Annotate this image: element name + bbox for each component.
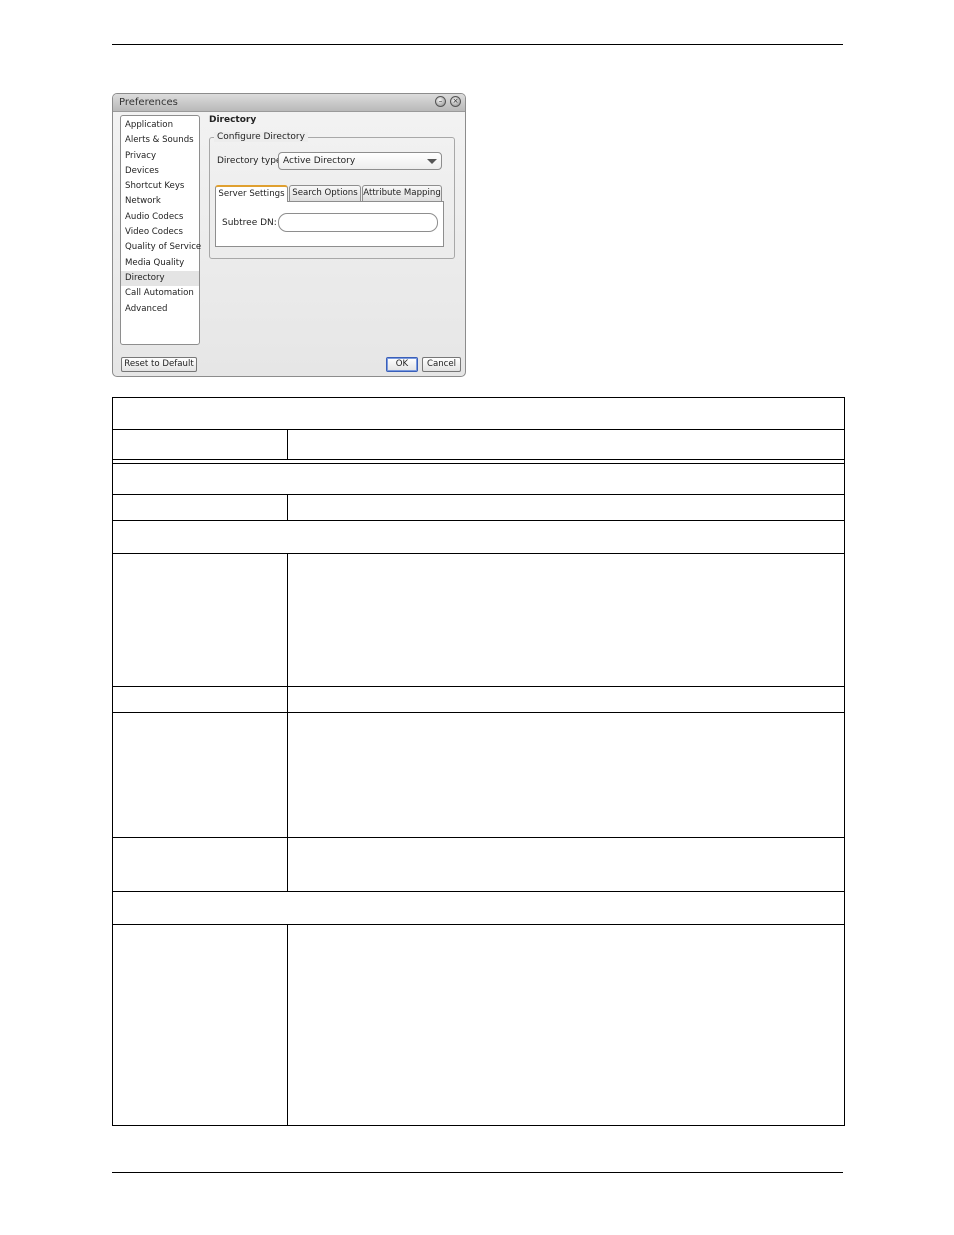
tab-search-options[interactable]: Search Options [289, 185, 361, 201]
header-rule [112, 44, 843, 45]
subtree-dn-label: Subtree DN: [222, 218, 277, 228]
nav-item-media-quality[interactable]: Media Quality [121, 256, 199, 271]
preferences-nav-list: Application Alerts & Sounds Privacy Devi… [120, 115, 201, 345]
nav-item-quality-of-service[interactable]: Quality of Service [121, 240, 201, 255]
nav-item-advanced[interactable]: Advanced [121, 302, 199, 317]
table-row-divider [112, 924, 845, 925]
directory-type-label: Directory type: [217, 156, 285, 166]
dialog-title: Preferences [119, 97, 178, 108]
chevron-down-icon [427, 159, 437, 164]
nav-item-privacy[interactable]: Privacy [121, 149, 199, 164]
table-column-divider [287, 494, 288, 521]
nav-item-network[interactable]: Network [121, 194, 199, 209]
directory-type-select[interactable]: Active Directory [278, 152, 442, 170]
pane-title: Directory [209, 115, 257, 125]
nav-item-directory[interactable]: Directory [121, 270, 199, 287]
table-row-divider [112, 553, 845, 554]
table-row-divider [112, 837, 845, 838]
table-row-divider [112, 712, 845, 713]
table-border-top [112, 397, 845, 398]
table-border-bottom [112, 1125, 845, 1126]
nav-item-application[interactable]: Application [121, 118, 199, 133]
reset-to-default-button[interactable]: Reset to Default [121, 357, 197, 372]
table-border-left [112, 397, 113, 1126]
ok-button[interactable]: OK [386, 357, 418, 372]
directory-type-value: Active Directory [283, 156, 356, 166]
nav-item-audio-codecs[interactable]: Audio Codecs [121, 210, 199, 225]
configure-directory-group: Configure Directory Directory type: Acti… [209, 132, 455, 259]
table-column-divider [287, 429, 288, 460]
nav-item-video-codecs[interactable]: Video Codecs [121, 225, 199, 240]
table-row-divider [112, 459, 845, 460]
preferences-dialog: Preferences – × Application Alerts & Sou… [112, 93, 466, 377]
cancel-button[interactable]: Cancel [422, 357, 461, 372]
close-icon[interactable]: × [450, 96, 461, 107]
table-row-divider [112, 520, 845, 521]
table-column-divider [287, 553, 288, 892]
table-row-divider [112, 686, 845, 687]
table-border-right [844, 397, 845, 1126]
minimize-icon[interactable]: – [435, 96, 446, 107]
nav-item-shortcut-keys[interactable]: Shortcut Keys [121, 179, 199, 194]
tab-server-settings[interactable]: Server Settings [215, 185, 288, 202]
table-row-divider [112, 463, 845, 464]
table-column-divider [287, 924, 288, 1126]
nav-item-devices[interactable]: Devices [121, 164, 199, 179]
table-row-divider [112, 494, 845, 495]
table-row-divider [112, 429, 845, 430]
tab-attribute-mapping[interactable]: Attribute Mapping [362, 185, 442, 201]
subtree-dn-input[interactable] [278, 213, 438, 232]
footer-rule [112, 1172, 843, 1173]
table-row-divider [112, 891, 845, 892]
group-title: Configure Directory [214, 132, 308, 142]
server-settings-panel: Subtree DN: [215, 201, 444, 247]
dialog-titlebar[interactable]: Preferences – × [113, 94, 465, 112]
nav-item-call-automation[interactable]: Call Automation [121, 286, 199, 301]
nav-item-alerts-sounds[interactable]: Alerts & Sounds [121, 133, 199, 148]
